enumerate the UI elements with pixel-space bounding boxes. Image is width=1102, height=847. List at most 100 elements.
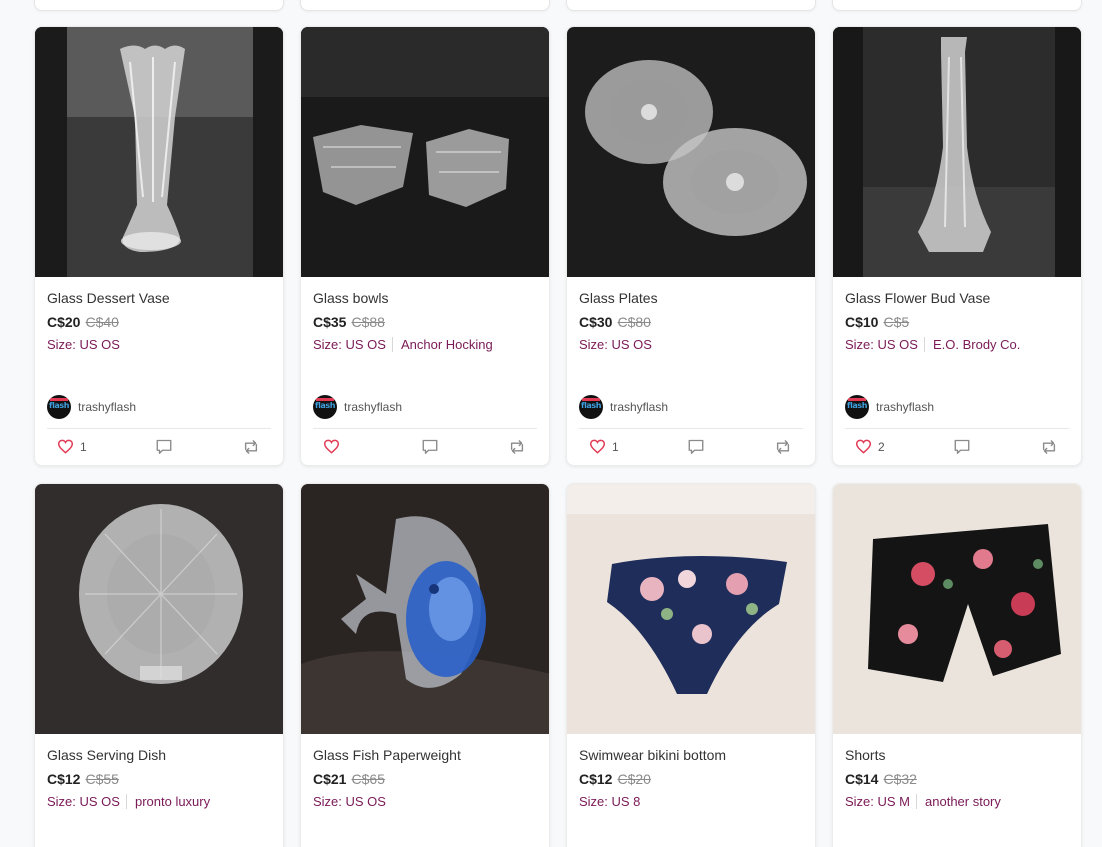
- seller-info[interactable]: flash trashyflash: [47, 395, 136, 419]
- listing-photo[interactable]: [567, 27, 815, 277]
- listing-photo[interactable]: [301, 484, 549, 734]
- like-button[interactable]: 2: [855, 439, 885, 454]
- seller-username[interactable]: trashyflash: [78, 400, 136, 414]
- share-button[interactable]: [507, 439, 527, 455]
- listing-title[interactable]: Glass Plates: [579, 290, 803, 306]
- comment-icon: [688, 439, 704, 454]
- listing-title[interactable]: Glass bowls: [313, 290, 537, 306]
- listing-card[interactable]: Glass Plates C$30 C$80 Size: US OS flash …: [566, 26, 816, 466]
- comment-icon: [422, 439, 438, 454]
- share-button[interactable]: [773, 439, 793, 455]
- comment-button[interactable]: [687, 438, 705, 455]
- like-button[interactable]: [323, 439, 346, 454]
- size-link[interactable]: Size: US OS: [845, 337, 918, 352]
- listing-card[interactable]: Glass Serving Dish C$12 C$55 Size: US OS p…: [34, 483, 284, 847]
- floral-shorts-image: [833, 484, 1081, 734]
- share-icon: [776, 439, 790, 454]
- listing-card-partial[interactable]: [34, 0, 284, 11]
- original-price: C$40: [85, 314, 119, 330]
- seller-avatar[interactable]: flash: [313, 395, 337, 419]
- listing-photo[interactable]: [833, 27, 1081, 277]
- original-price: C$80: [617, 314, 651, 330]
- comment-icon: [954, 439, 970, 454]
- brand-link[interactable]: another story: [916, 794, 1001, 809]
- glass-dessert-vase-image: [35, 27, 283, 277]
- listing-meta: Size: US OS Anchor Hocking: [313, 337, 537, 353]
- size-link[interactable]: Size: US OS: [47, 794, 120, 809]
- seller-avatar[interactable]: flash: [47, 395, 71, 419]
- glass-serving-dish-image: [35, 484, 283, 734]
- listing-actions: 1: [579, 428, 803, 464]
- bikini-bottom-image: [567, 484, 815, 734]
- listing-card[interactable]: Glass Fish Paperweight C$21 C$65 Size: US…: [300, 483, 550, 847]
- listing-title[interactable]: Glass Fish Paperweight: [313, 747, 537, 763]
- comment-button[interactable]: [953, 438, 971, 455]
- price-line: C$21 C$65: [313, 771, 537, 787]
- listing-card[interactable]: Glass Flower Bud Vase C$10 C$5 Size: US O…: [832, 26, 1082, 466]
- listing-actions: 2: [845, 428, 1069, 464]
- price-line: C$20 C$40: [47, 314, 271, 330]
- listing-photo[interactable]: [567, 484, 815, 734]
- size-link[interactable]: Size: US M: [845, 794, 910, 809]
- listing-photo[interactable]: [833, 484, 1081, 734]
- original-price: C$55: [85, 771, 119, 787]
- listing-meta: Size: US OS: [579, 337, 803, 353]
- size-link[interactable]: Size: US OS: [313, 794, 386, 809]
- like-count: 1: [612, 439, 619, 454]
- comment-icon: [156, 439, 172, 454]
- like-button[interactable]: 1: [589, 439, 619, 454]
- like-button[interactable]: 1: [57, 439, 87, 454]
- listing-price: C$35: [313, 314, 347, 330]
- seller-username[interactable]: trashyflash: [344, 400, 402, 414]
- like-count: 1: [80, 439, 87, 454]
- listing-photo[interactable]: [35, 27, 283, 277]
- seller-avatar[interactable]: flash: [845, 395, 869, 419]
- listing-price: C$10: [845, 314, 879, 330]
- seller-info[interactable]: flash trashyflash: [845, 395, 934, 419]
- glass-plates-image: [567, 27, 815, 277]
- listing-card[interactable]: Shorts C$14 C$32 Size: US M another story: [832, 483, 1082, 847]
- listing-title[interactable]: Swimwear bikini bottom: [579, 747, 803, 763]
- listing-title[interactable]: Shorts: [845, 747, 1069, 763]
- heart-icon: [57, 439, 74, 454]
- previous-row-cards: [0, 0, 1102, 12]
- price-line: C$12 C$55: [47, 771, 271, 787]
- seller-username[interactable]: trashyflash: [610, 400, 668, 414]
- brand-link[interactable]: E.O. Brody Co.: [923, 337, 1021, 352]
- listing-photo[interactable]: [35, 484, 283, 734]
- listing-title[interactable]: Glass Serving Dish: [47, 747, 271, 763]
- listing-card[interactable]: Glass Dessert Vase C$20 C$40 Size: US OS …: [34, 26, 284, 466]
- listing-title[interactable]: Glass Dessert Vase: [47, 290, 271, 306]
- listing-price: C$20: [47, 314, 81, 330]
- seller-info[interactable]: flash trashyflash: [313, 395, 402, 419]
- glass-bowls-image: [301, 27, 549, 277]
- seller-avatar[interactable]: flash: [579, 395, 603, 419]
- brand-link[interactable]: Anchor Hocking: [391, 337, 493, 352]
- comment-button[interactable]: [421, 438, 439, 455]
- listing-card-partial[interactable]: [300, 0, 550, 11]
- share-button[interactable]: [1039, 439, 1059, 455]
- listing-price: C$21: [313, 771, 347, 787]
- original-price: C$65: [351, 771, 385, 787]
- listing-card[interactable]: Swimwear bikini bottom C$12 C$20 Size: US…: [566, 483, 816, 847]
- seller-info[interactable]: flash trashyflash: [579, 395, 668, 419]
- seller-username[interactable]: trashyflash: [876, 400, 934, 414]
- listing-actions: [313, 428, 537, 464]
- share-button[interactable]: [241, 439, 261, 455]
- size-link[interactable]: Size: US OS: [47, 337, 120, 352]
- glass-fish-paperweight-image: [301, 484, 549, 734]
- size-link[interactable]: Size: US OS: [313, 337, 386, 352]
- size-link[interactable]: Size: US OS: [579, 337, 652, 352]
- share-icon: [510, 439, 524, 454]
- listing-card[interactable]: Glass bowls C$35 C$88 Size: US OS Anchor H…: [300, 26, 550, 466]
- size-link[interactable]: Size: US 8: [579, 794, 640, 809]
- comment-button[interactable]: [155, 438, 173, 455]
- listing-card-partial[interactable]: [566, 0, 816, 11]
- listing-meta: Size: US M another story: [845, 794, 1069, 810]
- listing-price: C$14: [845, 771, 879, 787]
- listing-price: C$12: [47, 771, 81, 787]
- listing-photo[interactable]: [301, 27, 549, 277]
- listing-title[interactable]: Glass Flower Bud Vase: [845, 290, 1069, 306]
- brand-link[interactable]: pronto luxury: [125, 794, 211, 809]
- listing-card-partial[interactable]: [832, 0, 1082, 11]
